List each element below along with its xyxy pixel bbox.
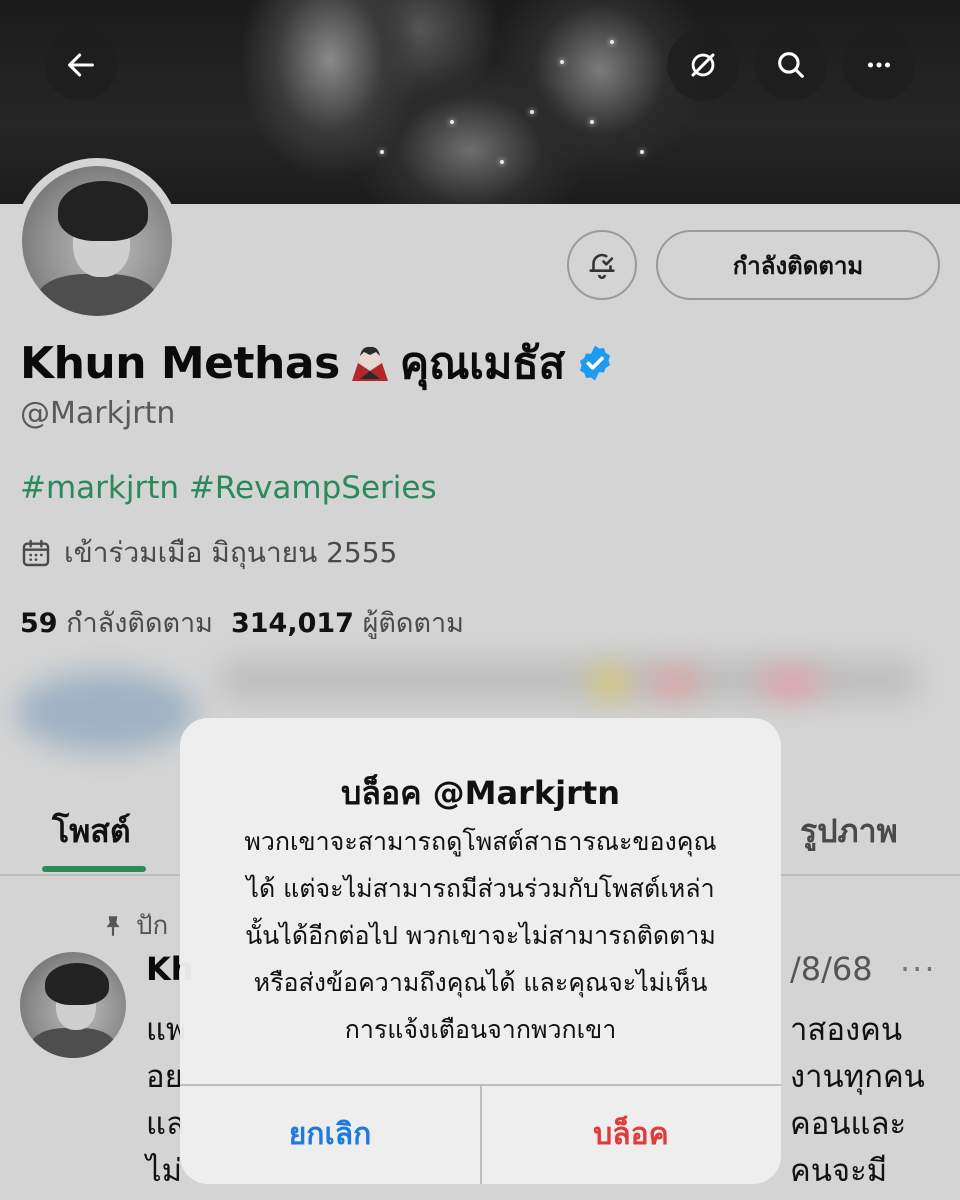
joined-date: เข้าร่วมเมือ มิถุนายน 2555 (64, 536, 398, 569)
post-text-line: งานทุกคน (790, 1059, 925, 1095)
tab-media[interactable]: รูปภาพ (800, 806, 898, 857)
more-options-button[interactable] (843, 29, 915, 101)
post-text-line: ไม่ (146, 1153, 183, 1189)
grok-icon (691, 53, 715, 77)
dialog-title: บล็อค @Markjrtn (340, 774, 620, 812)
post-more-icon[interactable]: ··· (900, 950, 937, 988)
calendar-icon (22, 539, 50, 567)
pin-icon (106, 915, 120, 936)
dialog-message-line: นั้นได้อีกต่อไป พวกเขาจะไม่สามารถติดตาม (245, 921, 716, 950)
display-name: Khun Methas (20, 337, 340, 389)
dialog-message-line: ได้ แต่จะไม่สามารถมีส่วนร่วมกับโพสต์เหล่… (246, 874, 715, 903)
profile-avatar-frame (14, 158, 180, 324)
dialog-message-line: พวกเขาจะสามารถดูโพสต์สาธารณะของคุณ (244, 827, 717, 856)
dialog-message-line: หรือส่งข้อความถึงคุณได้ และคุณจะไม่เห็น (253, 968, 708, 997)
block-button[interactable]: บล็อค (481, 1084, 781, 1184)
blurred-color-3 (760, 668, 820, 698)
dialog-message-line: การแจ้งเตือนจากพวกเขา (344, 1015, 617, 1044)
verified-badge-icon[interactable] (575, 343, 615, 383)
post-date: /8/68 (790, 950, 873, 988)
vampire-emoji-icon (351, 346, 388, 381)
search-button[interactable] (755, 29, 827, 101)
pinned-label: ปัก (136, 911, 169, 941)
search-icon (778, 52, 804, 78)
following-link[interactable]: 59 กำลังติดตาม (20, 608, 213, 639)
blurred-color-2 (650, 668, 700, 698)
dialog-message: พวกเขาจะสามารถดูโพสต์สาธารณะของคุณ ได้ แ… (210, 818, 751, 1053)
follow-stats: 59 กำลังติดตาม 314,017 ผู้ติดตาม (20, 601, 464, 644)
active-tab-indicator (42, 866, 146, 872)
post-text-line: อย (146, 1059, 183, 1095)
profile-avatar[interactable] (22, 166, 172, 316)
post-author-avatar[interactable] (20, 952, 126, 1058)
grok-button[interactable] (667, 29, 739, 101)
arrow-left-icon (68, 53, 94, 77)
bell-check-icon (589, 253, 615, 279)
profile-hashtags[interactable]: #markjrtn #RevampSeries (20, 470, 437, 506)
back-button[interactable] (45, 29, 117, 101)
joined-date-row: เข้าร่วมเมือ มิถุนายน 2555 (20, 531, 397, 575)
more-icon (867, 62, 891, 68)
following-button[interactable]: กำลังติดตาม (656, 230, 940, 300)
pinned-label-row: ปัก (100, 905, 168, 946)
profile-handle: @Markjrtn (20, 396, 176, 431)
followers-link[interactable]: 314,017 ผู้ติดตาม (231, 608, 464, 639)
display-name-thai: คุณเมธัส (399, 338, 566, 389)
post-text-line: าสองคน (790, 1012, 903, 1048)
blurred-avatars (16, 672, 196, 752)
tab-posts[interactable]: โพสต์ (52, 806, 131, 857)
blurred-color-1 (590, 668, 630, 698)
post-text-line: คอนและ (790, 1106, 907, 1142)
profile-name-row: Khun Methas คุณเมธัส (20, 328, 615, 398)
block-confirm-dialog: บล็อค @Markjrtn พวกเขาจะสามารถดูโพสต์สาธ… (180, 718, 781, 1184)
notifications-button[interactable] (567, 230, 637, 300)
cancel-button[interactable]: ยกเลิก (180, 1084, 480, 1184)
post-text-line: คนจะมี (790, 1153, 888, 1189)
